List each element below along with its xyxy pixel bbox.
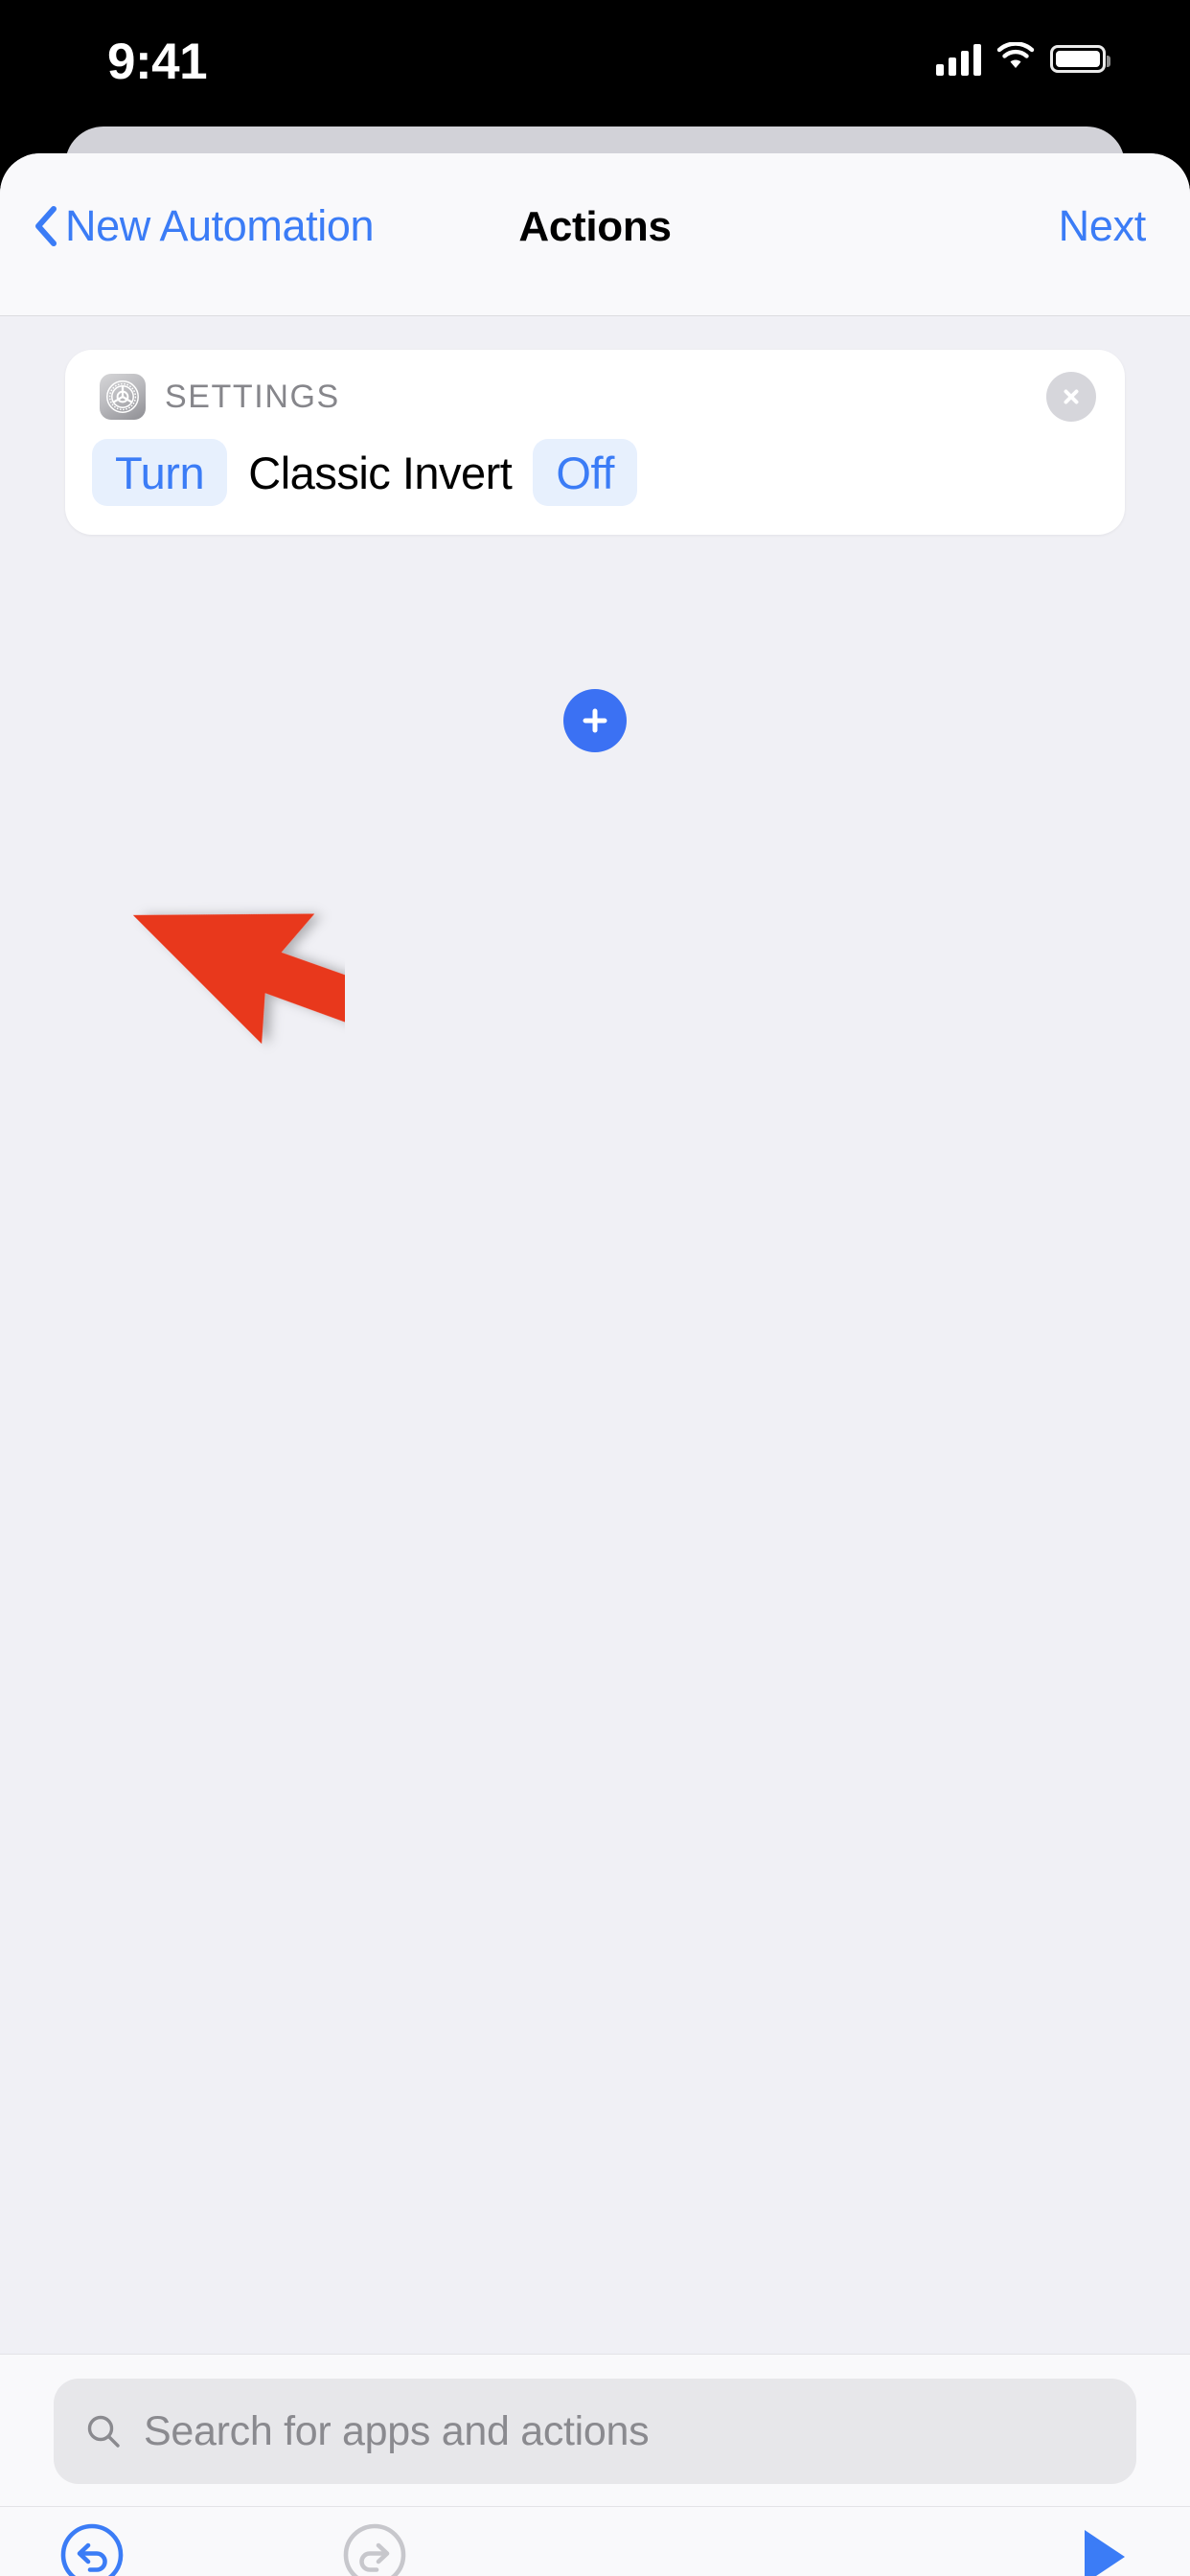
mouse-pointer-icon [96,858,370,1184]
search-area: Search for apps and actions [0,2354,1190,2507]
action-card-header: SETTINGS [100,374,340,420]
phone-screen: 9:41 New Automation Actions Next SETTING… [0,0,1190,2576]
redo-circle-icon [343,2523,406,2576]
run-button[interactable] [1075,2524,1133,2576]
action-sheet: New Automation Actions Next SETTINGS Tur… [0,153,1190,2576]
action-card-app-name: SETTINGS [165,378,340,415]
redo-button[interactable] [340,2520,409,2576]
cellular-signal-icon [936,43,981,76]
search-icon [87,2415,120,2448]
status-bar-time: 9:41 [107,34,208,90]
action-token-classic-invert: Classic Invert [248,447,513,498]
search-placeholder: Search for apps and actions [144,2407,650,2454]
plus-icon [583,708,607,733]
add-action-button[interactable] [563,689,627,752]
status-bar-indicators [936,41,1110,76]
next-button[interactable]: Next [1059,201,1147,251]
battery-icon [1050,45,1110,73]
actions-canvas: SETTINGS Turn Classic Invert Off [0,316,1190,2354]
settings-app-icon [100,374,146,420]
status-bar: 9:41 [0,0,1190,126]
play-icon [1085,2530,1125,2576]
undo-circle-icon [60,2523,124,2576]
close-circle-icon[interactable] [1046,372,1096,422]
action-card-body: Turn Classic Invert Off [92,436,638,509]
bottom-toolbar [0,2507,1190,2576]
wifi-icon [996,41,1035,76]
action-token-off[interactable]: Off [533,439,638,506]
search-input[interactable]: Search for apps and actions [54,2379,1136,2484]
action-card[interactable]: SETTINGS Turn Classic Invert Off [65,350,1125,535]
page-title: Actions [518,203,672,250]
action-token-turn[interactable]: Turn [92,439,228,506]
navigation-bar: New Automation Actions Next [0,153,1190,316]
undo-button[interactable] [57,2520,126,2576]
